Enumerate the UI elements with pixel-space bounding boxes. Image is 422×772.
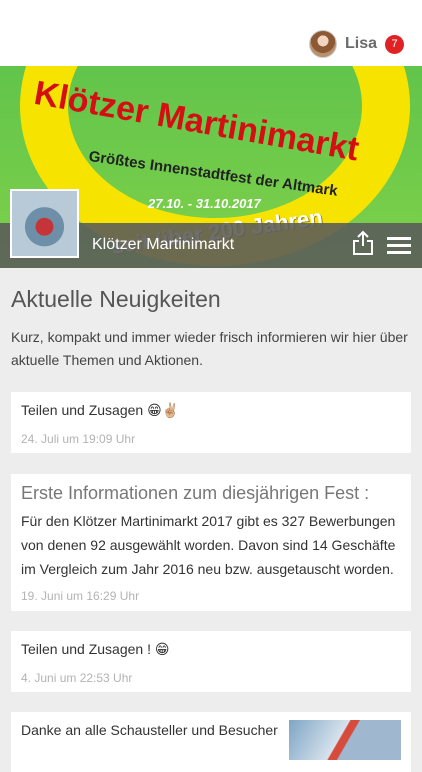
news-headline: Erste Informationen zum diesjährigen Fes… (21, 483, 370, 503)
news-text: Teilen und Zusagen 😁✌🏼 (21, 402, 180, 418)
news-date: 24. Juli um 19:09 Uhr (21, 432, 136, 446)
hamburger-menu-icon[interactable] (387, 237, 411, 255)
event-logo (10, 189, 79, 258)
page-title: Klötzer Martinimarkt (92, 236, 235, 253)
notification-badge[interactable]: 7 (385, 34, 404, 54)
news-text: Danke an alle Schausteller und Besucher (21, 722, 278, 738)
news-text: Teilen und Zusagen ! 😁 (21, 641, 170, 657)
avatar[interactable] (308, 30, 337, 58)
news-date: 4. Juni um 22:53 Uhr (21, 671, 133, 685)
news-text: Für den Klötzer Martinimarkt 2017 gibt e… (21, 513, 396, 577)
user-profile[interactable]: Lisa 7 (308, 29, 404, 59)
news-card[interactable]: Teilen und Zusagen ! 😁 4. Juni um 22:53 … (11, 631, 411, 692)
news-card[interactable]: Erste Informationen zum diesjährigen Fes… (11, 474, 411, 611)
share-icon[interactable] (352, 230, 374, 256)
news-thumbnail (289, 720, 401, 760)
news-date: 19. Juni um 16:29 Uhr (21, 589, 140, 603)
news-card[interactable]: Teilen und Zusagen 😁✌🏼 24. Juli um 19:09… (11, 392, 411, 453)
section-title: Aktuelle Neuigkeiten (11, 286, 221, 312)
top-bar: Lisa 7 (0, 0, 422, 66)
news-card[interactable]: Danke an alle Schausteller und Besucher (11, 712, 411, 772)
user-name[interactable]: Lisa (345, 35, 377, 53)
banner-dates: 27.10. - 31.10.2017 (148, 196, 261, 211)
section-intro: Kurz, kompakt und immer wieder frisch in… (11, 329, 408, 368)
